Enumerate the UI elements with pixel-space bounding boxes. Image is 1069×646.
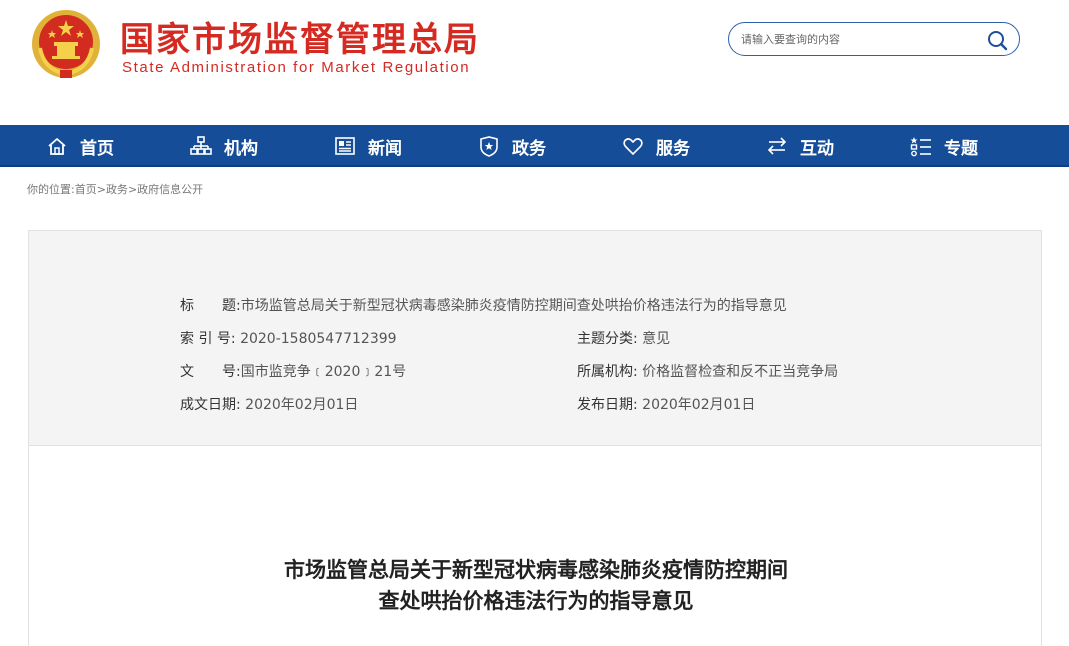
newspaper-icon [335,137,355,155]
nav-item-label: 新闻 [368,138,402,159]
article-title-line-2: 查处哄抬价格违法行为的指导意见 [378,588,694,613]
nav-item-label: 互动 [800,138,834,159]
article-title-line-1: 市场监管总局关于新型冠状病毒感染肺炎疫情防控期间 [284,557,788,582]
info-index-row: 索 引 号: 2020-1580547712399 [180,328,397,348]
main-nav: 首页 机构 新闻 政务 服务 互动 专题 [0,125,1069,167]
search-box [728,22,1020,56]
info-index-label: 索 引 号: [180,331,236,347]
nav-item-org[interactable]: 机构 [190,125,258,167]
org-chart-icon [190,136,212,155]
search-icon[interactable] [986,29,1008,51]
info-doc-value: 国市监竞争﹝2020﹞21号 [240,364,407,380]
info-title-row: 标 题:市场监管总局关于新型冠状病毒感染肺炎疫情防控期间查处哄抬价格违法行为的指… [180,295,787,315]
nav-item-label: 机构 [224,138,258,159]
info-topic-label: 主题分类: [577,331,638,347]
nav-item-service[interactable]: 服务 [622,125,690,167]
info-index-value: 2020-1580547712399 [240,331,397,347]
breadcrumb-separator: > [96,183,106,196]
nav-item-label: 首页 [80,138,114,159]
article-title: 市场监管总局关于新型冠状病毒感染肺炎疫情防控期间 查处哄抬价格违法行为的指导意见 [29,554,1043,616]
nav-item-topics[interactable]: 专题 [910,125,978,167]
home-icon [48,138,66,155]
exchange-arrows-icon [767,137,787,155]
breadcrumb-separator: > [127,183,138,196]
info-created-row: 成文日期: 2020年02月01日 [180,394,358,414]
list-icon [910,137,931,157]
info-title-value: 市场监管总局关于新型冠状病毒感染肺炎疫情防控期间查处哄抬价格违法行为的指导意见 [240,298,787,314]
site-header: 国家市场监督管理总局 State Administration for Mark… [0,0,1069,125]
info-published-label: 发布日期: [577,397,638,413]
nav-item-label: 专题 [944,138,978,159]
breadcrumb-link-home[interactable]: 首页 [75,183,97,196]
nav-item-label: 服务 [656,138,690,159]
info-org-value: 价格监督检查和反不正当竞争局 [642,364,839,380]
breadcrumb-link-gov-info[interactable]: 政府信息公开 [137,183,203,196]
nav-item-home[interactable]: 首页 [46,125,114,167]
breadcrumb-link-affairs[interactable]: 政务 [106,183,128,196]
info-created-label: 成文日期: [180,397,241,413]
info-published-row: 发布日期: 2020年02月01日 [577,394,755,414]
nav-item-label: 政务 [512,138,546,159]
breadcrumb: 你的位置:首页>政务>政府信息公开 [27,181,203,197]
info-doc-row: 文 号:国市监竞争﹝2020﹞21号 [180,361,406,381]
info-published-value: 2020年02月01日 [642,397,756,413]
nav-item-interact[interactable]: 互动 [766,125,834,167]
shield-star-icon [480,136,498,157]
site-subtitle: State Administration for Market Regulati… [122,59,471,76]
info-org-label: 所属机构: [577,364,638,380]
article-body: 市场监管总局关于新型冠状病毒感染肺炎疫情防控期间 查处哄抬价格违法行为的指导意见 [28,446,1042,646]
site-title[interactable]: 国家市场监督管理总局 [120,12,480,61]
search-input[interactable] [739,29,979,49]
document-info-box: 标 题:市场监管总局关于新型冠状病毒感染肺炎疫情防控期间查处哄抬价格违法行为的指… [28,230,1042,446]
national-emblem-icon[interactable] [30,8,102,80]
info-doc-label: 文 号: [180,364,241,380]
info-topic-value: 意见 [642,331,671,347]
breadcrumb-prefix: 你的位置: [27,183,75,196]
nav-item-affairs[interactable]: 政务 [478,125,546,167]
info-created-value: 2020年02月01日 [245,397,359,413]
info-org-row: 所属机构: 价格监督检查和反不正当竞争局 [577,361,838,381]
heart-icon [623,138,643,155]
info-topic-row: 主题分类: 意见 [577,328,670,348]
nav-item-news[interactable]: 新闻 [334,125,402,167]
info-title-label: 标 题: [180,298,241,314]
